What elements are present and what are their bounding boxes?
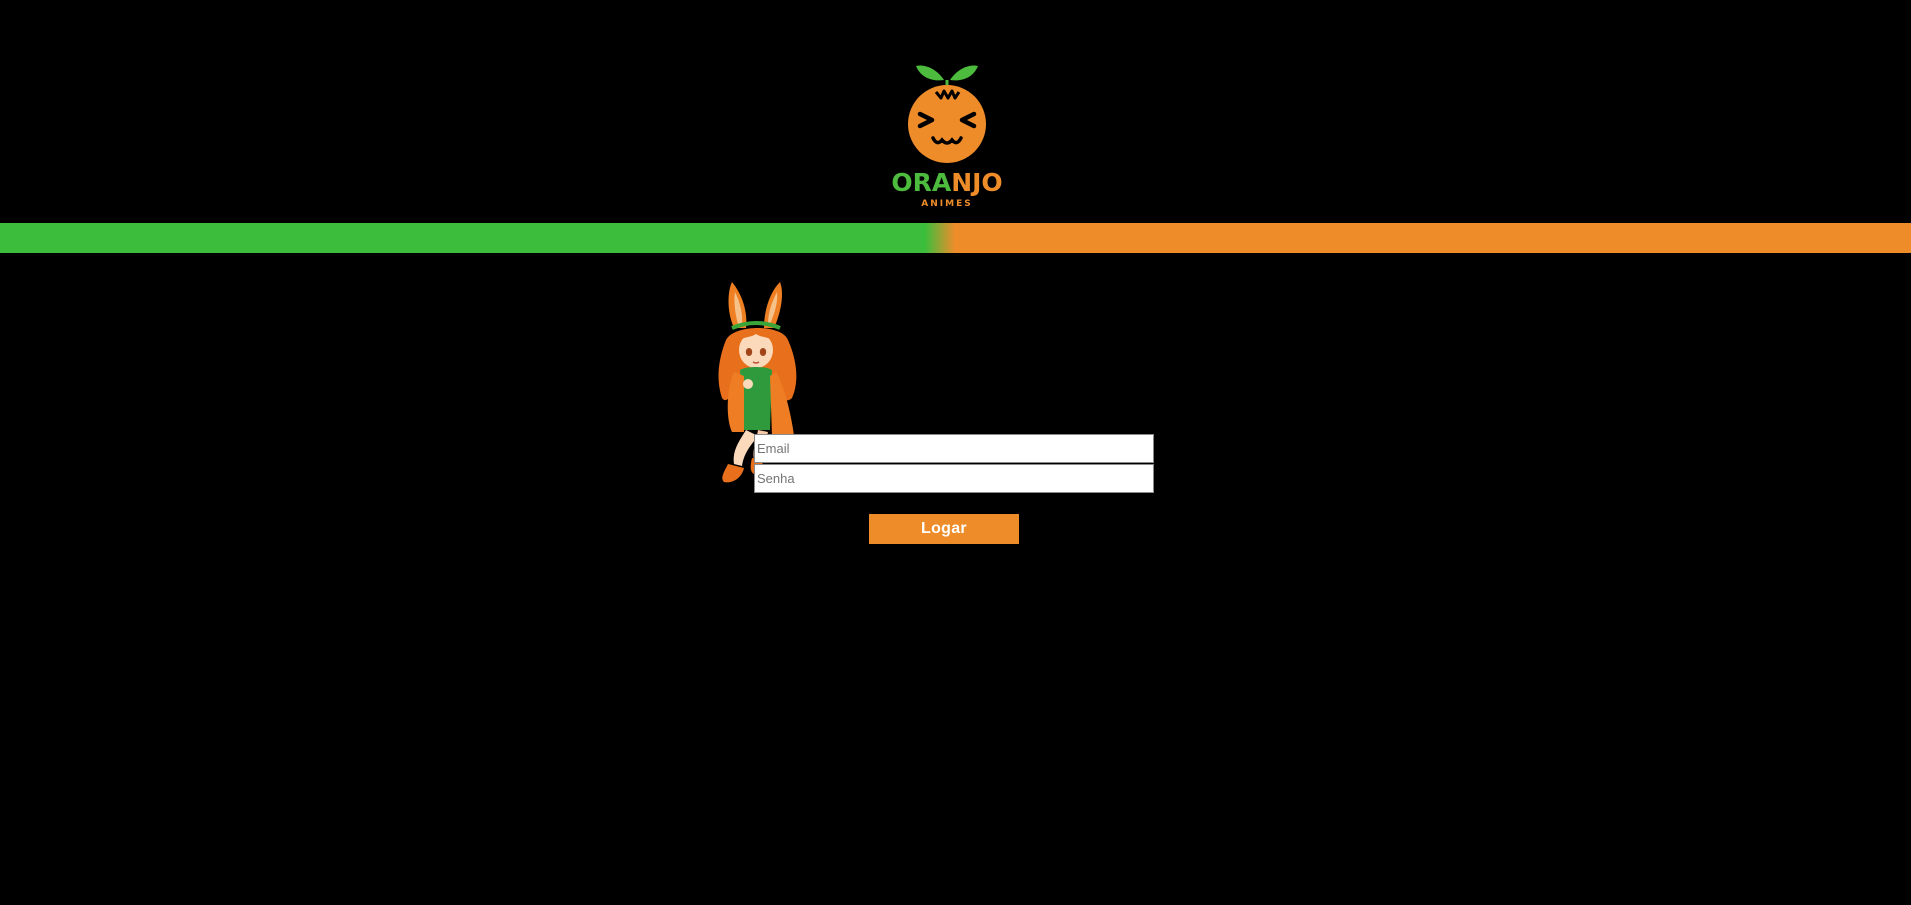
logo-wordmark: ORANJO: [886, 170, 1008, 195]
login-page: ORANJO ANIMES Email Logar: [0, 0, 1911, 905]
logo-wordmark-part2: NJO: [951, 168, 1003, 197]
logo-subtitle: ANIMES: [921, 199, 973, 209]
email-field[interactable]: [754, 434, 1154, 463]
password-field[interactable]: [754, 464, 1154, 493]
oranjo-logo[interactable]: ORANJO ANIMES: [886, 60, 1008, 212]
site-header: ORANJO ANIMES: [0, 0, 1911, 223]
login-button[interactable]: Logar: [869, 514, 1019, 544]
header-color-band: [0, 223, 1911, 253]
logo-wordmark-part1: ORA: [891, 168, 952, 197]
